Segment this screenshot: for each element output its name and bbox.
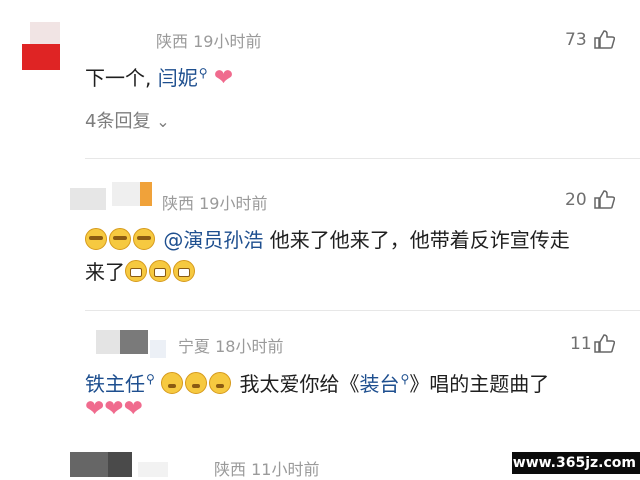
emoji-icon (149, 260, 171, 282)
location: 宁夏 (178, 337, 211, 356)
emoji-icon (161, 372, 184, 394)
like-count: 20 (565, 190, 587, 210)
mention-link[interactable]: 闫妮 (158, 66, 198, 90)
avatar-comment-2[interactable] (68, 178, 158, 210)
thumbs-up-icon[interactable] (593, 190, 615, 210)
timestamp: 19小时前 (193, 32, 262, 51)
location: 陕西 (162, 194, 195, 213)
mention-link[interactable]: @演员孙浩 (163, 228, 263, 252)
timestamp: 11小时前 (251, 460, 320, 479)
topic-link[interactable]: 装台 (360, 372, 400, 396)
emoji-icon (109, 228, 131, 250)
comment-text: @演员孙浩 他来了他来了，他带着反诈宣传走 (85, 224, 570, 253)
emoji-icon (125, 260, 147, 282)
magnifier-icon[interactable]: ⚲ (199, 66, 208, 80)
like-button[interactable]: 11 (570, 334, 592, 354)
comment-meta: 陕西 19小时前 (156, 28, 261, 52)
comment-text-line-2: 来了 (85, 256, 197, 285)
emoji-icon (85, 228, 107, 250)
location: 陕西 (214, 460, 247, 479)
comment-meta: 陕西 11小时前 (214, 456, 319, 480)
comment-text-line-2: ❤❤❤ (85, 397, 143, 421)
emoji-icon (209, 372, 232, 394)
like-button[interactable]: 73 (565, 30, 587, 50)
timestamp: 19小时前 (199, 194, 268, 213)
heart-emoji: ❤ (85, 396, 105, 422)
emoji-icon (185, 372, 208, 394)
comment-text: 铁主任⚲ 我太爱你给《装台⚲》唱的主题曲了 (85, 372, 550, 396)
divider (85, 158, 640, 159)
magnifier-icon[interactable]: ⚲ (146, 372, 155, 386)
heart-emoji: ❤ (213, 65, 234, 91)
comment-meta: 陕西 19小时前 (162, 190, 267, 214)
watermark: www.365jz.com (512, 452, 640, 474)
heart-emoji: ❤ (123, 396, 143, 422)
emoji-icon (133, 228, 155, 250)
avatar-comment-4[interactable] (70, 452, 175, 477)
view-replies-button[interactable]: 4条回复 ⌄ (85, 107, 170, 133)
heart-emoji: ❤ (104, 396, 124, 422)
avatar-comment-1[interactable] (22, 22, 70, 70)
like-count: 73 (565, 30, 587, 50)
location: 陕西 (156, 32, 189, 51)
timestamp: 18小时前 (215, 337, 284, 356)
like-count: 11 (570, 334, 592, 354)
mention-link[interactable]: 铁主任 (85, 372, 145, 396)
emoji-icon (173, 260, 195, 282)
magnifier-icon[interactable]: ⚲ (401, 372, 410, 386)
comment-meta: 宁夏 18小时前 (178, 333, 283, 357)
thumbs-up-icon[interactable] (593, 30, 615, 50)
divider (85, 310, 640, 311)
comment-text: 下一个, 闫妮⚲ ❤ (85, 65, 234, 91)
chevron-down-icon: ⌄ (156, 112, 170, 131)
avatar-comment-3[interactable] (92, 330, 167, 358)
replies-label: 4条回复 (85, 111, 151, 132)
like-button[interactable]: 20 (565, 190, 587, 210)
thumbs-up-icon[interactable] (593, 334, 615, 354)
